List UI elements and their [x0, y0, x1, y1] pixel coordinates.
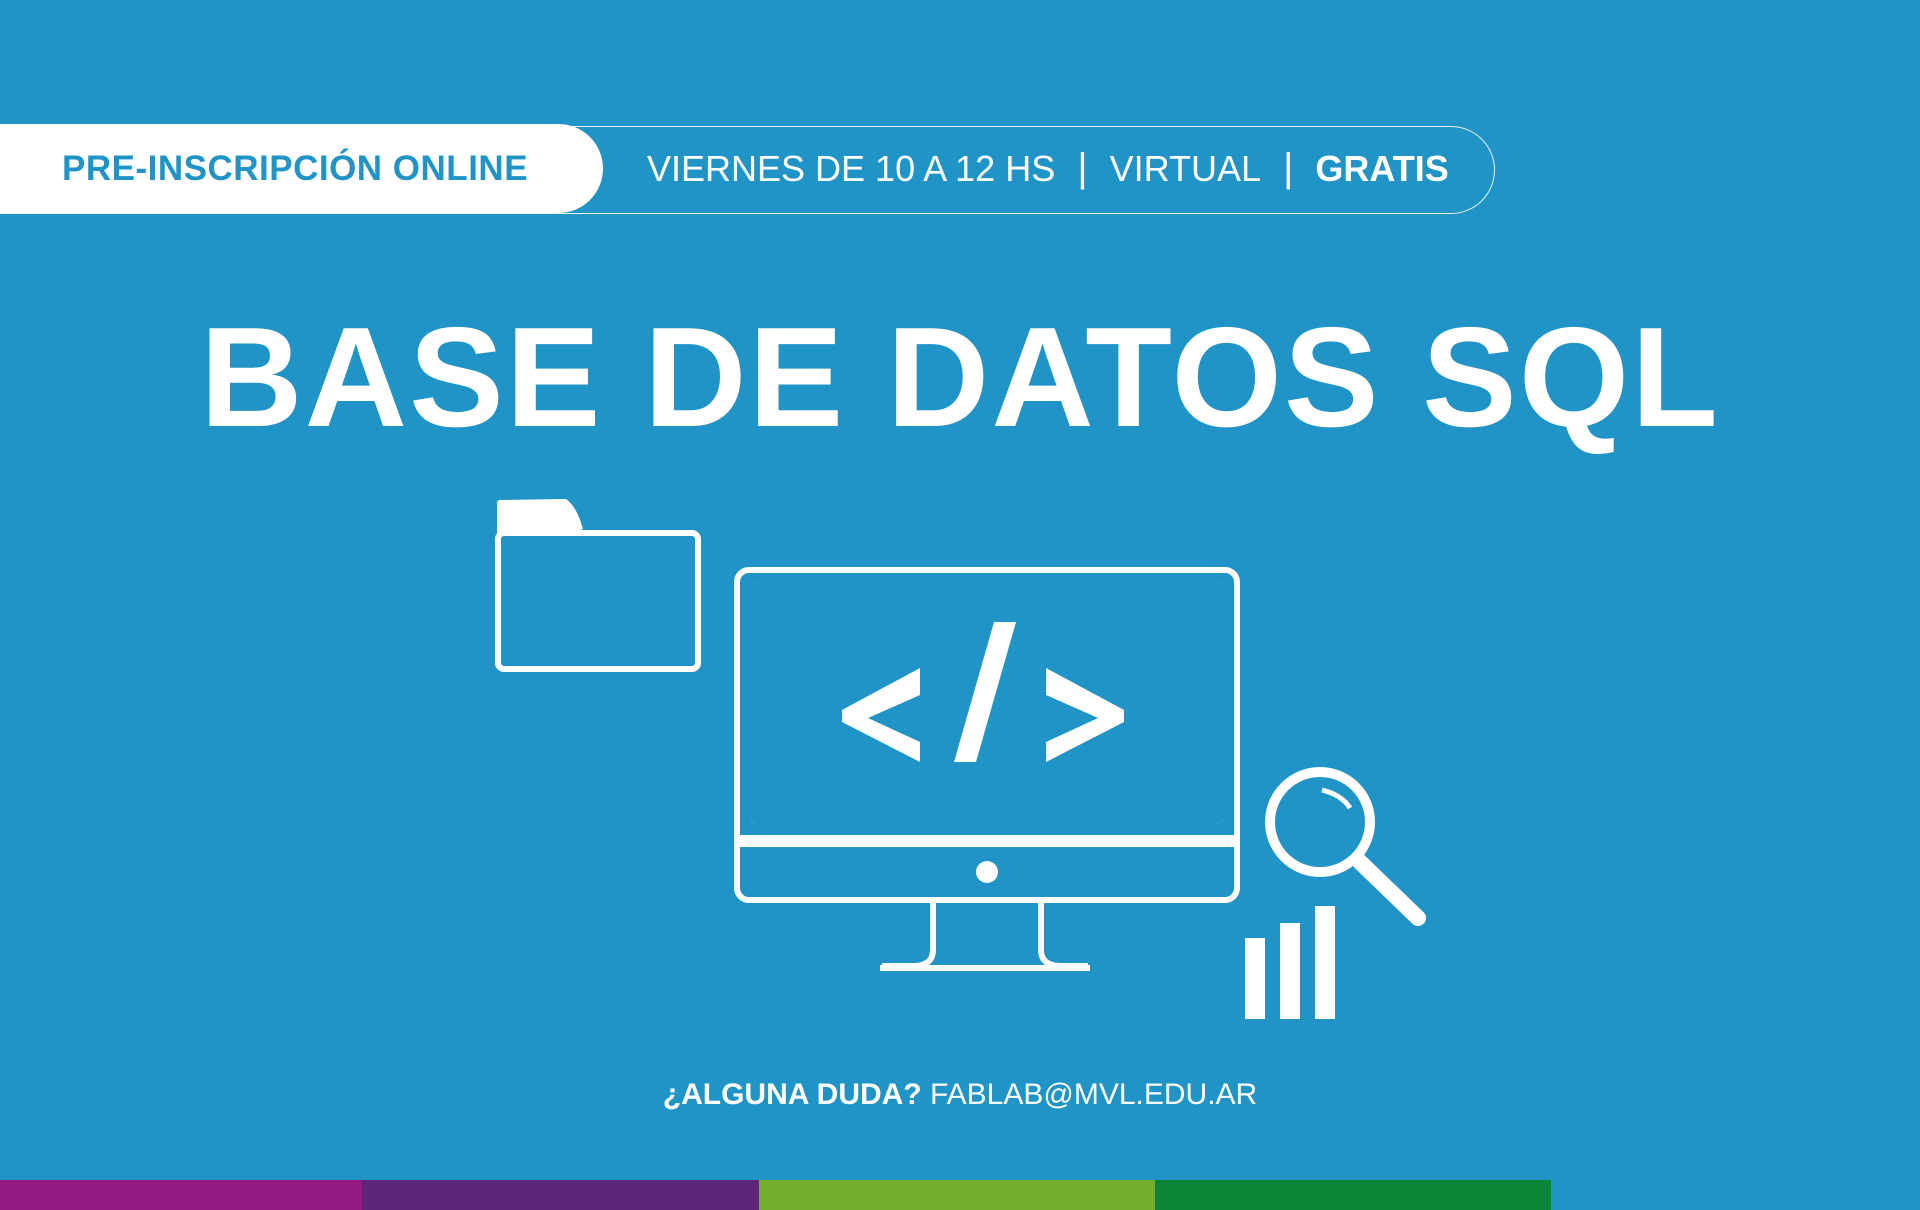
bar-chart-icon: [1245, 906, 1335, 1019]
contact-email[interactable]: FABLAB@MVL.EDU.AR: [930, 1078, 1257, 1111]
color-strip-lightgreen: [759, 1180, 1155, 1210]
contact-line: ¿ALGUNA DUDA? FABLAB@MVL.EDU.AR: [0, 1078, 1920, 1112]
color-strip-green: [1155, 1180, 1551, 1210]
illustration: [495, 499, 1426, 1019]
folder-icon: [495, 499, 701, 672]
color-strip-purple: [362, 1180, 759, 1210]
question-text: ¿ALGUNA DUDA?: [662, 1078, 922, 1111]
monitor-icon: [734, 567, 1240, 971]
magnifier-icon: [1265, 767, 1426, 926]
color-strip-magenta: [0, 1180, 362, 1210]
